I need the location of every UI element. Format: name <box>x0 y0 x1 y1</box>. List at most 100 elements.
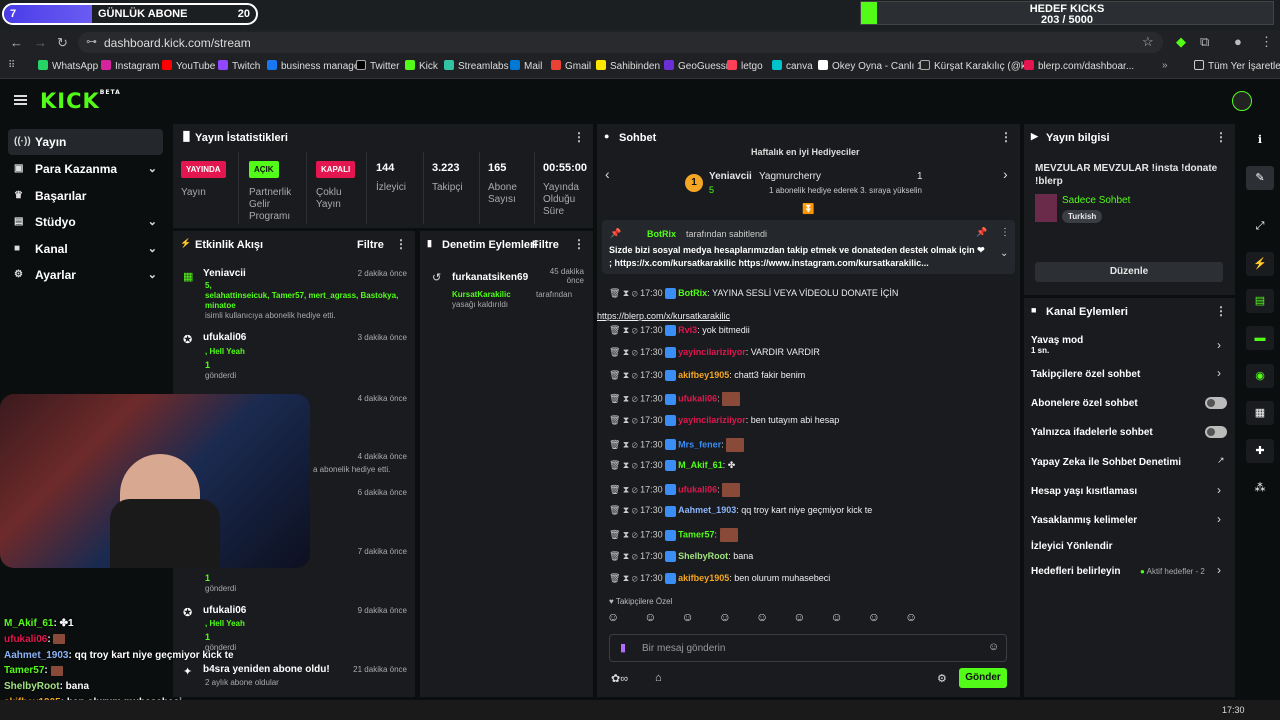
bookmark-geoguessr[interactable]: GeoGuessr <box>664 60 729 72</box>
account-age-label[interactable]: Hesap yaşı kısıtlaması <box>1031 486 1137 497</box>
chevron-right-icon[interactable]: › <box>1217 338 1221 352</box>
bookmark-youtube[interactable]: YouTube <box>162 60 215 72</box>
chat-username[interactable]: M_Akif_61 <box>678 460 723 470</box>
chevron-right-icon[interactable]: › <box>1217 366 1221 380</box>
mod-actions-icon[interactable]: 🗑 ⧗ ⊘ <box>609 529 640 539</box>
more-options-icon[interactable]: ⋮ <box>1215 304 1227 318</box>
bookmark-kick[interactable]: Kick <box>405 60 438 72</box>
more-options-icon[interactable]: ⋮ <box>573 237 585 251</box>
star-icon[interactable]: ☆ <box>1142 34 1154 50</box>
layout-icon[interactable]: ▦ <box>1246 401 1274 425</box>
more-options-icon[interactable]: ⋮ <box>573 130 585 144</box>
chat-username[interactable]: ShelbyRoot <box>678 551 728 561</box>
filter-button[interactable]: Filtre <box>357 239 384 251</box>
apps-icon[interactable]: ⠿ <box>8 60 15 71</box>
chevron-down-icon[interactable]: ⌄ <box>1000 248 1008 259</box>
chat-username[interactable]: ufukali06 <box>678 484 717 494</box>
chevron-left-icon[interactable]: ‹ <box>605 166 610 182</box>
info-icon[interactable]: ℹ <box>1246 128 1274 152</box>
chevron-right-icon[interactable]: › <box>1217 483 1221 497</box>
chat-bubble-icon[interactable]: ▬ <box>1246 326 1274 350</box>
bookmark-whatsapp[interactable]: WhatsApp <box>38 60 98 72</box>
emoji-icon[interactable]: ☺ <box>988 641 999 653</box>
mod-actions-icon[interactable]: 🗑 ⧗ ⊘ <box>609 551 640 561</box>
more-options-icon[interactable]: ⋮ <box>1000 130 1012 144</box>
subs-chat-toggle[interactable] <box>1205 397 1227 409</box>
menu-icon[interactable] <box>14 95 27 105</box>
chat-username[interactable]: akifbey1905 <box>678 370 729 380</box>
store-icon[interactable]: ⌂ <box>655 672 662 684</box>
bookmark-canva[interactable]: canva <box>772 60 813 72</box>
more-options-icon[interactable]: ⋮ <box>395 237 407 251</box>
host-label[interactable]: İzleyici Yönlendir <box>1031 541 1113 552</box>
bookmark-streamlabs[interactable]: Streamlabs <box>444 60 509 72</box>
chat-username[interactable]: ufukali06 <box>678 394 717 404</box>
extensions-icon[interactable]: ⧉ <box>1200 34 1209 50</box>
mod-actions-icon[interactable]: 🗑 ⧗ ⊘ <box>609 415 640 425</box>
mod-actions-icon[interactable]: 🗑 ⧗ ⊘ <box>609 394 640 404</box>
apps-icon[interactable]: ⁂ <box>1246 476 1274 500</box>
bookmark-gmail[interactable]: Gmail <box>551 60 591 72</box>
sidebar-item-para-kazanma[interactable]: ▣ Para Kazanma ⌄ <box>8 156 163 182</box>
more-options-icon[interactable]: ⋮ <box>1215 130 1227 144</box>
external-link-icon[interactable]: ↗ <box>1217 455 1225 466</box>
more-options-icon[interactable]: ⋮ <box>1000 227 1010 238</box>
bookmark-instagram[interactable]: Instagram <box>101 60 159 72</box>
bookmark-sahibinden[interactable]: Sahibinden <box>596 60 660 72</box>
slow-mode-label[interactable]: Yavaş mod <box>1031 335 1083 346</box>
bookmark-letgo[interactable]: letgo <box>727 60 763 72</box>
expand-icon[interactable]: ⤢ <box>1246 214 1274 238</box>
broadcast-icon[interactable]: ◉ <box>1246 364 1274 388</box>
unpin-icon[interactable]: 📌 <box>976 227 987 238</box>
chat-link[interactable]: https://blerp.com/x/kursatkarakilic <box>597 311 730 321</box>
sidebar-item-basarilar[interactable]: ♛ Başarılar <box>8 183 163 209</box>
sidebar-item-kanal[interactable]: ■ Kanal ⌄ <box>8 236 163 262</box>
mod-actions-icon[interactable]: 🗑 ⧗ ⊘ <box>609 325 640 335</box>
emote-chat-toggle[interactable] <box>1205 426 1227 438</box>
bookmark-kursat-twitter[interactable]: Kürşat Karakılıç (@k... <box>920 60 1034 72</box>
menu-icon[interactable]: ⋮ <box>1260 34 1273 50</box>
back-icon[interactable]: ← <box>10 35 23 50</box>
mod-actions-icon[interactable]: 🗑 ⧗ ⊘ <box>609 439 640 449</box>
chat-username[interactable]: yayincilariziiyor <box>678 415 746 425</box>
mod-actions-icon[interactable]: 🗑 ⧗ ⊘ <box>609 370 640 380</box>
banned-words-label[interactable]: Yasaklanmış kelimeler <box>1031 515 1137 526</box>
mod-actions-icon[interactable]: 🗑 ⧗ ⊘ <box>609 505 640 515</box>
chat-username[interactable]: yayincilariziiyor <box>678 347 746 357</box>
chat-username[interactable]: akifbey1905 <box>678 573 729 583</box>
filter-button[interactable]: Filtre <box>532 239 559 251</box>
mod-actions-icon[interactable]: 🗑 ⧗ ⊘ <box>609 288 640 298</box>
chat-username[interactable]: Tamer57 <box>678 529 714 539</box>
chevron-right-icon[interactable]: › <box>1217 563 1221 577</box>
edit-icon[interactable]: ✎ <box>1246 166 1274 190</box>
forward-icon[interactable]: → <box>34 35 47 50</box>
bookmark-blerp[interactable]: blerp.com/dashboar... <box>1024 60 1134 72</box>
shield-icon[interactable]: ◆ <box>1176 34 1186 50</box>
mic-icon[interactable]: ▮ <box>620 641 626 654</box>
address-bar[interactable]: ⊶ dashboard.kick.com/stream <box>78 32 1163 53</box>
more-bookmarks-icon[interactable]: » <box>1162 60 1168 71</box>
emote-bar[interactable]: ☺☺☺☺☺☺☺☺☺ <box>607 610 1007 628</box>
sidebar-item-studyo[interactable]: ▤ Stüdyo ⌄ <box>8 209 163 235</box>
mod-actions-icon[interactable]: 🗑 ⧗ ⊘ <box>609 573 640 583</box>
profile-icon[interactable]: ● <box>1234 34 1242 49</box>
mod-actions-icon[interactable]: 🗑 ⧗ ⊘ <box>609 347 640 357</box>
mod-actions-icon[interactable]: 🗑 ⧗ ⊘ <box>609 484 640 494</box>
goals-label[interactable]: Hedefleri belirleyin <box>1031 566 1120 577</box>
chevron-right-icon[interactable]: › <box>1217 512 1221 526</box>
mod-actions-icon[interactable]: 🗑 ⧗ ⊘ <box>609 460 640 470</box>
bookmark-okey[interactable]: Okey Oyna - Canlı 1... <box>818 60 931 72</box>
wrench-icon[interactable]: ✚ <box>1246 439 1274 463</box>
bookmark-business-manager[interactable]: business manager <box>267 60 363 72</box>
send-button[interactable]: Gönder <box>959 668 1007 688</box>
site-info-icon[interactable]: ⊶ <box>86 35 97 48</box>
followers-chat-label[interactable]: Takipçilere özel sohbet <box>1031 369 1140 380</box>
edit-button[interactable]: Düzenle <box>1035 262 1223 282</box>
chat-username[interactable]: BotRix <box>678 288 707 298</box>
bookmark-twitter[interactable]: Twitter <box>356 60 399 72</box>
bookmark-mail[interactable]: Mail <box>510 60 542 72</box>
chevron-right-icon[interactable]: › <box>1003 166 1008 182</box>
scroll-down-icon[interactable]: ⏬ <box>802 204 814 215</box>
category-name[interactable]: Sadece Sohbet <box>1062 195 1130 206</box>
sidebar-item-yayin[interactable]: ((·)) Yayın <box>8 129 163 155</box>
